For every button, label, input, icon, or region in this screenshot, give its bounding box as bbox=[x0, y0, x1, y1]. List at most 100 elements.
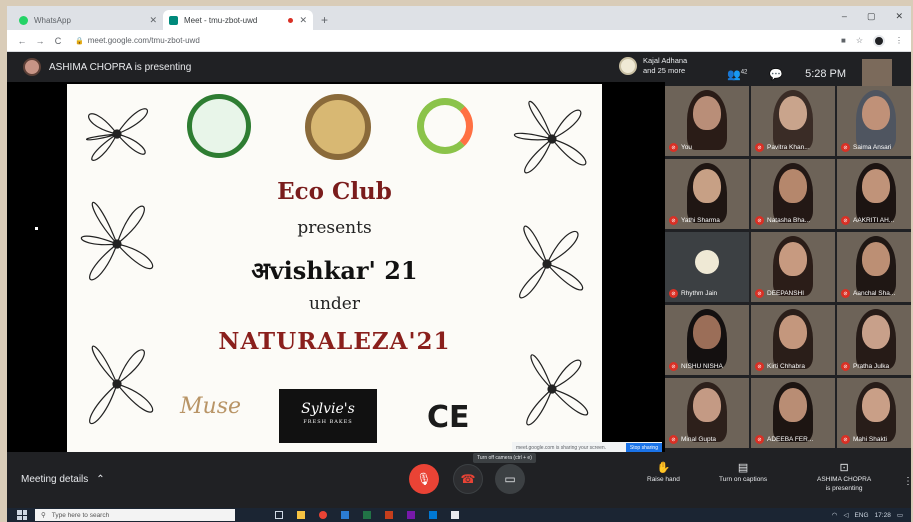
tab-meet[interactable]: Meet - tmu-zbot-uwd ✕ bbox=[163, 10, 313, 30]
meeting-clock: 5:28 PM bbox=[805, 68, 847, 80]
taskview-icon[interactable] bbox=[275, 511, 283, 519]
language-indicator[interactable]: ENG bbox=[854, 512, 868, 519]
participant-label: ⊘ DEEPANSHI bbox=[755, 289, 804, 298]
whatsapp-icon bbox=[19, 15, 28, 25]
mic-muted-icon: ⊘ bbox=[841, 289, 850, 298]
chevron-up-icon: ⌃ bbox=[96, 474, 105, 485]
meet-header: ASHIMA CHOPRA is presenting Kajal Adhana… bbox=[7, 52, 911, 89]
leave-call-button[interactable]: ☎ bbox=[453, 464, 483, 494]
minimize-button[interactable]: – bbox=[842, 11, 847, 22]
captions-button[interactable]: ▤ Turn on captions bbox=[719, 463, 767, 484]
mic-muted-icon: ⊘ bbox=[755, 143, 764, 152]
raise-hand-button[interactable]: ✋ Raise hand bbox=[647, 463, 680, 484]
app-icon[interactable] bbox=[429, 511, 437, 519]
participant-name: Saima Ansari bbox=[853, 144, 892, 151]
explorer-icon[interactable] bbox=[297, 511, 305, 519]
participant-label: ⊘ Yathi Sharma bbox=[669, 216, 720, 225]
presenting-line-2: is presenting bbox=[825, 485, 863, 492]
tab-title: WhatsApp bbox=[34, 15, 71, 25]
people-count: 42 bbox=[740, 68, 748, 75]
mic-muted-icon: ⊘ bbox=[669, 289, 678, 298]
camera-in-use-icon[interactable]: ■ bbox=[841, 36, 846, 45]
participant-face bbox=[779, 96, 807, 130]
participant-label: ⊘ Natasha Bha... bbox=[755, 216, 810, 225]
close-window-button[interactable]: ✕ bbox=[895, 11, 903, 22]
participant-tile[interactable]: ⊘ Kirti Chhabra bbox=[751, 305, 835, 375]
participant-tile[interactable]: ⊘ Minal Gupta bbox=[665, 378, 749, 448]
participant-tile[interactable]: ⊘ Rhythm Jain bbox=[665, 232, 749, 302]
new-tab-button[interactable]: + bbox=[321, 13, 328, 30]
participant-tile[interactable]: ⊘ Natasha Bha... bbox=[751, 159, 835, 229]
chrome-icon[interactable] bbox=[319, 511, 327, 519]
presenting-button[interactable]: ⊡ ASHIMA CHOPRA is presenting bbox=[817, 463, 871, 493]
taskbar-clock[interactable]: 17:28 bbox=[875, 512, 891, 519]
back-icon[interactable]: ← bbox=[15, 36, 29, 46]
wifi-icon[interactable]: ◠ bbox=[832, 511, 838, 519]
chat-icon[interactable]: 💬 bbox=[769, 68, 783, 81]
participant-tile[interactable]: ⊘ Saima Ansari bbox=[837, 86, 911, 156]
mouse-cursor bbox=[35, 227, 38, 230]
app-icon[interactable] bbox=[451, 511, 459, 519]
taskbar-search-placeholder: Type here to search bbox=[51, 511, 110, 519]
people-button[interactable]: 👥42 bbox=[727, 68, 747, 81]
more-options-icon[interactable]: ⋮ bbox=[903, 476, 911, 487]
app-icon[interactable] bbox=[341, 511, 349, 519]
self-video-thumbnail[interactable] bbox=[862, 59, 893, 89]
url-field[interactable]: 🔒 meet.google.com/tmu-zbot-uwd bbox=[75, 36, 200, 45]
participant-tile[interactable]: ⊘ ADEEBA FER... bbox=[751, 378, 835, 448]
menu-dots-icon[interactable]: ⋮ bbox=[895, 36, 903, 45]
participant-tile[interactable]: ⊘ NISHU NISHA bbox=[665, 305, 749, 375]
participant-label: ⊘ Pavitra Khan... bbox=[755, 143, 810, 152]
taskbar-search[interactable]: ⚲ Type here to search bbox=[35, 509, 235, 521]
mic-muted-icon: ⊘ bbox=[841, 143, 850, 152]
participant-tile[interactable]: ⊘ Aanchal Sha... bbox=[837, 232, 911, 302]
app-icon[interactable] bbox=[363, 511, 371, 519]
meeting-controls: Meeting details ⌃ 🎙 ☎ ▭ ✋ Raise hand ▤ T… bbox=[7, 452, 911, 508]
lock-icon: 🔒 bbox=[75, 37, 84, 45]
participant-tile[interactable]: ⊘ Yathi Sharma bbox=[665, 159, 749, 229]
close-icon[interactable]: ✕ bbox=[299, 15, 307, 26]
participant-name: Minal Gupta bbox=[681, 436, 717, 443]
window-controls: – ▢ ✕ bbox=[842, 11, 903, 22]
forward-icon[interactable]: → bbox=[33, 36, 47, 46]
meeting-details-button[interactable]: Meeting details ⌃ bbox=[21, 474, 105, 485]
bookmark-star-icon[interactable]: ☆ bbox=[856, 36, 863, 45]
participant-name: You bbox=[681, 144, 692, 151]
pinned-line-2: and 25 more bbox=[643, 66, 686, 75]
participant-face bbox=[779, 242, 807, 276]
camera-toggle-button[interactable]: ▭ bbox=[495, 464, 525, 494]
tab-whatsapp[interactable]: WhatsApp ✕ bbox=[13, 10, 163, 30]
participant-name: DEEPANSHI bbox=[767, 290, 805, 297]
participant-name: NISHU NISHA bbox=[681, 363, 723, 370]
screen: WhatsApp ✕ Meet - tmu-zbot-uwd ✕ + – ▢ ✕… bbox=[7, 6, 911, 522]
volume-icon[interactable]: ◁ bbox=[843, 511, 848, 519]
participant-tile[interactable]: ⊘ DEEPANSHI bbox=[751, 232, 835, 302]
pinned-participants[interactable]: Kajal Adhana and 25 more bbox=[619, 56, 687, 76]
participant-tile[interactable]: ⊘ Pavitra Khan... bbox=[751, 86, 835, 156]
flower-illustration bbox=[85, 108, 148, 161]
mic-toggle-button[interactable]: 🎙 bbox=[409, 464, 439, 494]
participant-tile[interactable]: ⊘ Mahi Shakti bbox=[837, 378, 911, 448]
profile-avatar[interactable] bbox=[873, 34, 885, 47]
ce-logo: CE bbox=[427, 400, 470, 435]
participant-tile[interactable]: ⊘ AAKRITI AH... bbox=[837, 159, 911, 229]
participant-name: ADEEBA FER... bbox=[767, 436, 814, 443]
url-text: meet.google.com/tmu-zbot-uwd bbox=[87, 36, 200, 45]
participant-face bbox=[862, 388, 890, 422]
app-icon[interactable] bbox=[385, 511, 393, 519]
raise-hand-label: Raise hand bbox=[647, 476, 680, 483]
participant-tile[interactable]: ⊘ You bbox=[665, 86, 749, 156]
windows-start-icon[interactable] bbox=[17, 510, 27, 520]
maximize-button[interactable]: ▢ bbox=[867, 11, 876, 22]
pinned-line-1: Kajal Adhana bbox=[643, 56, 688, 65]
participant-face bbox=[693, 169, 721, 203]
close-icon[interactable]: ✕ bbox=[149, 15, 157, 26]
notifications-icon[interactable]: ▭ bbox=[897, 511, 903, 519]
mic-muted-icon: ⊘ bbox=[669, 362, 678, 371]
people-icon: 👥 bbox=[727, 68, 741, 81]
mic-muted-icon: ⊘ bbox=[755, 362, 764, 371]
reload-icon[interactable]: C bbox=[51, 36, 65, 46]
app-icon[interactable] bbox=[407, 511, 415, 519]
participant-name: Pratha Julka bbox=[853, 363, 890, 370]
participant-tile[interactable]: ⊘ Pratha Julka bbox=[837, 305, 911, 375]
